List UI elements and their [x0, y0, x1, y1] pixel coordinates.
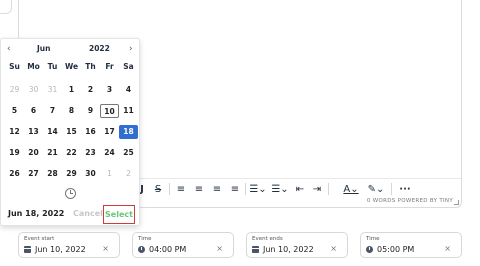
calendar-header: ‹ Jun 2022 › [1, 44, 139, 56]
calendar-day[interactable]: 29 [62, 167, 81, 181]
weekday-label: Fr [105, 62, 114, 71]
weekday-label: Sa [123, 62, 134, 71]
toolbar-divider [391, 183, 392, 195]
weekday-label: Su [9, 62, 20, 71]
calendar-day[interactable]: 7 [43, 104, 62, 118]
calendar-day[interactable]: 29 [5, 83, 24, 97]
calendar-day[interactable]: 10 [100, 104, 119, 118]
event-ends-field[interactable]: Event ends Jun 10, 2022 × [246, 232, 348, 258]
clear-icon[interactable]: × [102, 244, 109, 253]
calendar-day[interactable]: 30 [81, 167, 100, 181]
calendar-day[interactable]: 31 [43, 83, 62, 97]
picked-date: Jun 18, 2022 [8, 209, 65, 218]
calendar-day[interactable]: 1 [62, 83, 81, 97]
align-justify-icon[interactable]: ≡ [230, 181, 240, 197]
clear-icon[interactable]: × [444, 244, 451, 253]
align-right-icon[interactable]: ≡ [212, 181, 222, 197]
calendar-day[interactable]: 5 [5, 104, 24, 118]
align-center-icon[interactable]: ≡ [194, 181, 204, 197]
event-start-field[interactable]: Event start Jun 10, 2022 × [18, 232, 120, 258]
calendar-footer: Jun 18, 2022 Cancel Select [1, 205, 139, 225]
highlight-icon[interactable]: ✎⌄ [368, 181, 385, 197]
date-picker-popup: ‹ Jun 2022 › Su Mo Tu We Th Fr Sa 29 30 31 1 2 3 4 5 6… [0, 38, 140, 226]
calendar-day[interactable]: 19 [5, 146, 24, 160]
calendar-day[interactable]: 21 [43, 146, 62, 160]
calendar-day[interactable]: 1 [100, 167, 119, 181]
field-label: Time [366, 236, 380, 242]
calendar-day[interactable]: 4 [119, 83, 138, 97]
cancel-button[interactable]: Cancel [73, 209, 103, 218]
calendar-day[interactable]: 28 [43, 167, 62, 181]
calendar-day[interactable]: 2 [81, 83, 100, 97]
calendar-day[interactable]: 20 [24, 146, 43, 160]
calendar-day[interactable]: 30 [24, 83, 43, 97]
prev-month-button[interactable]: ‹ [7, 44, 11, 54]
field-label: Time [138, 236, 152, 242]
calendar-day[interactable]: 16 [81, 125, 100, 139]
weekday-label: We [64, 62, 79, 71]
calendar-day[interactable]: 11 [119, 104, 138, 118]
start-time-value: 04:00 PM [149, 245, 187, 254]
start-time-field[interactable]: Time 04:00 PM × [132, 232, 234, 258]
font-color-icon[interactable]: A⌄ [343, 181, 359, 197]
weekday-label: Tu [47, 62, 58, 71]
clear-icon[interactable]: × [330, 244, 337, 253]
end-time-field[interactable]: Time 05:00 PM × [360, 232, 462, 258]
toolbar-divider [245, 183, 246, 195]
calendar-day[interactable]: 15 [62, 125, 81, 139]
toolbar-divider [169, 183, 170, 195]
calendar-day[interactable]: 26 [5, 167, 24, 181]
calendar-icon [24, 246, 31, 253]
calendar-day[interactable]: 3 [100, 83, 119, 97]
select-button[interactable]: Select [103, 205, 135, 224]
field-label: Event start [24, 236, 55, 242]
next-month-button[interactable]: › [129, 44, 133, 54]
calendar-icon [252, 246, 259, 253]
calendar-day[interactable]: 24 [100, 146, 119, 160]
weekday-label: Th [85, 62, 96, 71]
resize-handle-icon[interactable] [454, 200, 459, 205]
strikethrough-icon[interactable]: S [153, 181, 163, 197]
clock-icon [366, 246, 373, 253]
calendar-day[interactable]: 12 [5, 125, 24, 139]
calendar-day[interactable]: 9 [81, 104, 100, 118]
editor-statusbar: 0 WORDS POWERED BY TINY [366, 198, 453, 204]
calendar-day[interactable]: 2 [119, 167, 138, 181]
calendar-day[interactable]: 6 [24, 104, 43, 118]
calendar-day[interactable]: 17 [100, 125, 119, 139]
bullet-list-icon[interactable]: ☰⌄ [249, 181, 266, 197]
align-left-icon[interactable]: ≡ [176, 181, 186, 197]
left-panel-edge [0, 0, 12, 14]
clear-icon[interactable]: × [216, 244, 223, 253]
end-time-value: 05:00 PM [377, 245, 415, 254]
calendar-day[interactable]: 18 [119, 125, 138, 139]
indent-icon[interactable]: ⇥ [312, 181, 322, 197]
clock-icon[interactable] [65, 188, 76, 199]
event-ends-value: Jun 10, 2022 [263, 245, 314, 254]
year-label[interactable]: 2022 [89, 44, 110, 53]
numbered-list-icon[interactable]: ☰⌄ [271, 181, 288, 197]
toolbar-divider [328, 183, 329, 195]
event-start-value: Jun 10, 2022 [35, 245, 86, 254]
more-icon[interactable]: ··· [399, 181, 411, 197]
month-label[interactable]: Jun [37, 44, 50, 53]
calendar-day[interactable]: 14 [43, 125, 62, 139]
calendar-day[interactable]: 27 [24, 167, 43, 181]
calendar-day[interactable]: 23 [81, 146, 100, 160]
clock-icon [138, 246, 145, 253]
weekday-label: Mo [27, 62, 40, 71]
calendar-day[interactable]: 13 [24, 125, 43, 139]
field-label: Event ends [252, 236, 283, 242]
calendar-day[interactable]: 22 [62, 146, 81, 160]
calendar-day[interactable]: 8 [62, 104, 81, 118]
calendar-day[interactable]: 25 [119, 146, 138, 160]
outdent-icon[interactable]: ⇤ [295, 181, 305, 197]
